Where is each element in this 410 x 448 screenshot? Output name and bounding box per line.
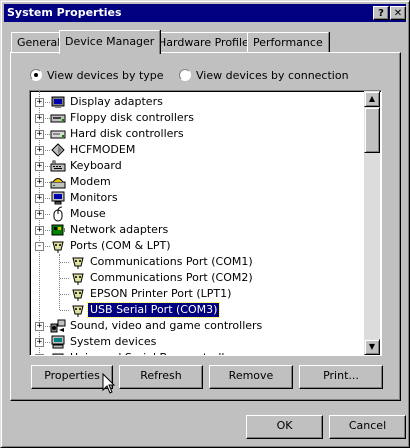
monitor-icon [51,191,65,205]
tree-item-system-devices[interactable]: + System devices [30,334,364,350]
tree-item-monitors[interactable]: + Monitors [30,190,364,206]
tree-item-label: USB Serial Port (COM3) [86,302,221,318]
print-button[interactable]: Print... [299,365,383,389]
refresh-button[interactable]: Refresh [119,365,203,389]
window-title: System Properties [7,6,122,19]
tree-item-label: Communications Port (COM1) [90,255,253,268]
title-bar[interactable]: System Properties ? ✕ [4,4,406,22]
tree-item-display-adapters[interactable]: + Display adapters [30,94,364,110]
device-tree: + Display adapters + Floppy disk controller… [29,90,382,356]
tree-item-modem[interactable]: + Modem [30,174,364,190]
scroll-thumb[interactable] [364,107,380,153]
mouse-pointer-icon [102,373,116,394]
tree-child-item-communications-port-com2[interactable]: Communications Port (COM2) [30,270,364,286]
modem-icon [50,178,66,189]
port-icon [72,273,84,285]
view-by-type-label: View devices by type [47,69,164,82]
floppy-controller-icon [50,114,66,123]
tree-item-label: Mouse [70,207,106,220]
expand-icon[interactable]: + [35,194,44,203]
tree-item-mouse[interactable]: + Mouse [30,206,364,222]
device-tree-items: + Display adapters + Floppy disk controller… [30,91,364,355]
expand-icon[interactable]: + [35,146,44,155]
sound-controller-icon [50,319,66,333]
tree-item-label: Display adapters [70,95,163,108]
mouse-icon [53,206,63,222]
ok-button[interactable]: OK [246,415,323,439]
expand-icon[interactable]: + [35,322,44,331]
close-button[interactable]: ✕ [390,6,406,20]
expand-icon[interactable]: + [35,130,44,139]
device-tree-scrollbar[interactable]: ▲ ▼ [364,91,380,355]
tree-child-item-communications-port-com1[interactable]: Communications Port (COM1) [30,254,364,270]
tree-item-universal-serial-bus-controllers[interactable]: + Universal Serial Bus controllers [30,350,364,355]
port-icon [72,257,84,269]
tree-item-label: Universal Serial Bus controllers [68,351,243,355]
expand-icon[interactable]: + [35,178,44,187]
tree-item-label: Ports (COM & LPT) [70,239,171,252]
tree-item-keyboard[interactable]: + Keyboard [30,158,364,174]
scroll-up-button[interactable]: ▲ [364,91,380,107]
tree-child-item-usb-serial-port-com3[interactable]: USB Serial Port (COM3) [30,302,364,318]
keyboard-icon [50,160,66,172]
expand-icon[interactable]: + [35,226,44,235]
tree-item-hard-disk-controllers[interactable]: + Hard disk controllers [30,126,364,142]
radio-button-by-connection[interactable] [179,69,191,81]
tree-item-label: Keyboard [70,159,122,172]
port-icon [72,305,84,317]
scroll-down-button[interactable]: ▼ [364,339,380,355]
expand-icon[interactable]: + [35,114,44,123]
port-icon [52,241,64,253]
expand-icon[interactable]: + [35,98,44,107]
system-properties-window: System Properties ? ✕ General Device Man… [0,0,410,448]
tree-item-label: Monitors [70,191,118,204]
tab-performance[interactable]: Performance [247,32,329,52]
display-adapter-icon [51,96,65,108]
network-adapter-icon [51,224,65,236]
usb-controller-icon [52,353,64,355]
expand-icon[interactable]: + [35,354,44,355]
tree-item-label: EPSON Printer Port (LPT1) [90,287,232,300]
tree-item-label: System devices [70,335,157,348]
expand-icon[interactable]: + [35,338,44,347]
tree-item-label: Floppy disk controllers [70,111,194,124]
hard-disk-controller-icon [50,130,66,139]
radio-button-by-type[interactable] [30,69,42,81]
tree-item-label: Communications Port (COM2) [90,271,253,284]
remove-button[interactable]: Remove [209,365,293,389]
tree-item-label: Hard disk controllers [70,127,184,140]
tree-item-ports-com-lpt[interactable]: - Ports (COM & LPT) [30,238,364,254]
tree-item-label: Sound, video and game controllers [70,319,263,332]
tree-child-item-epson-printer-port-lpt1[interactable]: EPSON Printer Port (LPT1) [30,286,364,302]
tree-item-label: Modem [70,175,111,188]
cancel-button[interactable]: Cancel [329,415,406,439]
port-icon [72,289,84,301]
collapse-icon[interactable]: - [35,242,44,251]
tree-item-sound-video-and-game-controllers[interactable]: + Sound, video and game controllers [30,318,364,334]
properties-button[interactable]: Properties [31,365,113,389]
tree-item-hcfmodem[interactable]: + HCFMODEM [30,142,364,158]
expand-icon[interactable]: + [35,162,44,171]
tree-item-floppy-disk-controllers[interactable]: + Floppy disk controllers [30,110,364,126]
tree-item-label: Network adapters [70,223,169,236]
help-button[interactable]: ? [373,6,389,20]
tree-item-label: HCFMODEM [70,143,136,156]
tab-hardware-profiles[interactable]: Hardware Profiles [152,32,261,52]
tree-item-network-adapters[interactable]: + Network adapters [30,222,364,238]
system-device-icon [51,335,65,349]
hcf-modem-icon [51,143,65,157]
tab-device-manager[interactable]: Device Manager [59,30,161,54]
view-by-connection-label: View devices by connection [196,69,349,82]
expand-icon[interactable]: + [35,210,44,219]
